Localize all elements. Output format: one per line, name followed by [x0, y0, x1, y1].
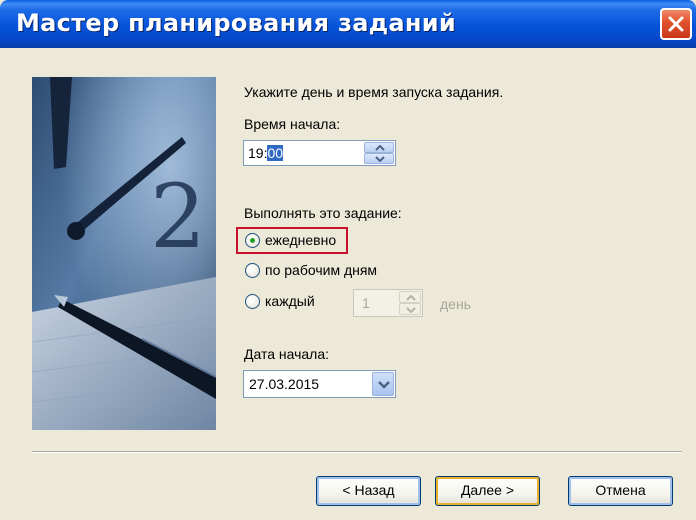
days-spin-up-button[interactable] [399, 291, 421, 303]
date-dropdown-button[interactable] [372, 372, 394, 396]
arrow-up-icon [406, 295, 416, 301]
cancel-button[interactable]: Отмена [568, 476, 673, 506]
every-n-days-input[interactable]: 1 [353, 289, 423, 317]
close-icon [668, 16, 684, 32]
window-title: Мастер планирования заданий [16, 9, 457, 37]
radio-weekdays[interactable]: по рабочим дням [245, 261, 415, 283]
start-time-hour: 19: [248, 145, 268, 161]
close-button[interactable] [660, 8, 692, 40]
every-n-days-unit: день [440, 296, 471, 312]
next-button[interactable]: Далее > [435, 476, 540, 506]
radio-every-n-days-button[interactable] [245, 294, 260, 309]
svg-text:2: 2 [150, 165, 206, 268]
start-date-label: Дата начала: [244, 346, 330, 362]
arrow-down-icon [406, 307, 416, 313]
chevron-down-icon [378, 381, 390, 389]
radio-weekdays-label: по рабочим дням [265, 262, 378, 278]
wizard-illustration: 2 [32, 77, 216, 430]
radio-every-n-days-label: каждый [265, 293, 315, 309]
start-time-minute: 00 [267, 145, 284, 161]
start-time-value: 19:00 [248, 145, 284, 161]
start-date-value: 27.03.2015 [249, 376, 320, 392]
days-spin-down-button[interactable] [399, 303, 421, 315]
title-bar: Мастер планирования заданий [0, 0, 696, 48]
time-spinner [364, 142, 394, 164]
days-spinner [399, 291, 421, 315]
start-time-input[interactable]: 19:00 [243, 140, 396, 166]
selection-highlight-frame [236, 227, 348, 254]
radio-weekdays-button[interactable] [245, 263, 260, 278]
every-n-days-value: 1 [362, 295, 370, 311]
back-button[interactable]: < Назад [316, 476, 421, 506]
start-time-label: Время начала: [244, 116, 341, 132]
radio-every-n-days[interactable]: каждый [245, 292, 345, 314]
start-date-picker[interactable]: 27.03.2015 [243, 370, 396, 398]
arrow-up-icon [375, 145, 385, 151]
time-spin-up-button[interactable] [364, 142, 394, 153]
run-schedule-label: Выполнять это задание: [244, 205, 402, 221]
time-spin-down-button[interactable] [364, 153, 394, 164]
instruction-text: Укажите день и время запуска задания. [244, 84, 504, 100]
footer-divider-highlight [32, 452, 682, 453]
arrow-down-icon [375, 156, 385, 162]
